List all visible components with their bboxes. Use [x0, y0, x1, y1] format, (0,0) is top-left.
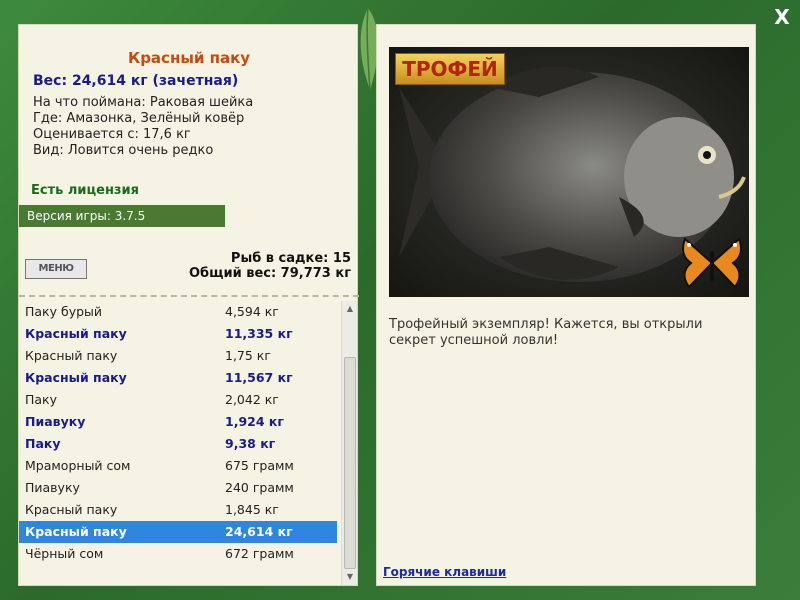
- fish-weight-cell: 675 грамм: [225, 458, 294, 473]
- fish-name: Паку: [25, 392, 58, 407]
- fish-name: Пиавуку: [25, 480, 80, 495]
- fish-title: Красный паку: [127, 49, 251, 67]
- trophy-panel: ТРОФЕЙ Трофейный экземпляр! Кажется, вы …: [376, 24, 756, 586]
- fish-weight-cell: 1,924 кг: [225, 414, 284, 429]
- fish-weight-cell: 4,594 кг: [225, 304, 279, 319]
- fish-location: Где: Амазонка, Зелёный ковёр: [33, 111, 245, 126]
- close-button[interactable]: X: [770, 6, 794, 28]
- list-item[interactable]: Красный паку 24,614 кг: [19, 521, 337, 543]
- menu-button[interactable]: МЕНЮ: [25, 259, 87, 279]
- fish-weight: Вес: 24,614 кг (зачетная): [33, 73, 239, 89]
- fish-weight-cell: 11,335 кг: [225, 326, 293, 341]
- fish-name: Красный паку: [25, 524, 127, 539]
- list-scrollbar[interactable]: ▲ ▼: [341, 301, 357, 585]
- fish-photo: ТРОФЕЙ: [389, 47, 749, 297]
- fish-name: Паку бурый: [25, 304, 103, 319]
- scroll-down-icon[interactable]: ▼: [342, 569, 358, 585]
- list-item[interactable]: Паку 2,042 кг: [19, 389, 337, 411]
- total-weight: Общий вес: 79,773 кг: [188, 266, 351, 281]
- catch-stats: Рыб в садке: 15 Общий вес: 79,773 кг: [189, 251, 351, 281]
- list-item[interactable]: Паку 9,38 кг: [19, 433, 337, 455]
- catch-list: Паку бурый 4,594 кг Красный паку 11,335 кг…: [19, 301, 337, 565]
- fish-weight-cell: 11,567 кг: [225, 370, 293, 385]
- fish-name: Чёрный сом: [25, 546, 104, 561]
- fish-weight-cell: 672 грамм: [225, 546, 294, 561]
- list-item[interactable]: Паку бурый 4,594 кг: [19, 301, 337, 323]
- fish-name: Красный паку: [25, 348, 118, 363]
- list-item[interactable]: Красный паку 11,567 кг: [19, 367, 337, 389]
- scroll-up-icon[interactable]: ▲: [342, 301, 358, 317]
- fish-weight-cell: 2,042 кг: [225, 392, 279, 407]
- list-item[interactable]: Пиавуку 240 грамм: [19, 477, 337, 499]
- version-label: Версия игры: 3.7.5: [27, 209, 146, 223]
- list-item[interactable]: Красный паку 1,75 кг: [19, 345, 337, 367]
- list-item[interactable]: Красный паку 1,845 кг: [19, 499, 337, 521]
- close-icon[interactable]: X: [774, 5, 789, 29]
- fish-name: Красный паку: [25, 370, 127, 385]
- list-item[interactable]: Чёрный сом 672 грамм: [19, 543, 337, 565]
- fish-weight-cell: 9,38 кг: [225, 436, 276, 451]
- scrollbar-thumb[interactable]: [344, 357, 356, 569]
- fish-rarity: Вид: Ловится очень редко: [33, 143, 214, 158]
- list-item[interactable]: Пиавуку 1,924 кг: [19, 411, 337, 433]
- fish-info-panel: Красный паку Вес: 24,614 кг (зачетная) Н…: [18, 24, 359, 586]
- fish-weight-cell: 1,845 кг: [225, 502, 279, 517]
- license-status: Есть лицензия: [31, 183, 139, 198]
- fish-name: Мраморный сом: [25, 458, 131, 473]
- trophy-caption: Трофейный экземпляр! Кажется, вы открыли…: [389, 317, 703, 348]
- fish-name: Пиавуку: [25, 414, 86, 429]
- divider: [19, 295, 359, 297]
- trophy-badge: ТРОФЕЙ: [395, 53, 505, 85]
- fish-weight-cell: 240 грамм: [225, 480, 294, 495]
- fish-weight-cell: 24,614 кг: [225, 524, 293, 539]
- list-item[interactable]: Мраморный сом 675 грамм: [19, 455, 337, 477]
- fish-name: Паку: [25, 436, 61, 451]
- fish-value: Оценивается с: 17,6 кг: [33, 127, 191, 142]
- fish-name: Красный паку: [25, 326, 127, 341]
- hotkeys-link[interactable]: Горячие клавиши: [383, 565, 506, 579]
- version-bar: Версия игры: 3.7.5: [19, 205, 225, 227]
- fish-count: Рыб в садке: 15: [230, 251, 351, 266]
- fish-bait: На что поймана: Раковая шейка: [33, 95, 254, 110]
- window-frame: X Красный паку Вес: 24,614 кг (зачетная)…: [0, 0, 800, 600]
- butterfly-icon: [682, 237, 742, 289]
- list-item[interactable]: Красный паку 11,335 кг: [19, 323, 337, 345]
- fish-name: Красный паку: [25, 502, 118, 517]
- fish-weight-cell: 1,75 кг: [225, 348, 271, 363]
